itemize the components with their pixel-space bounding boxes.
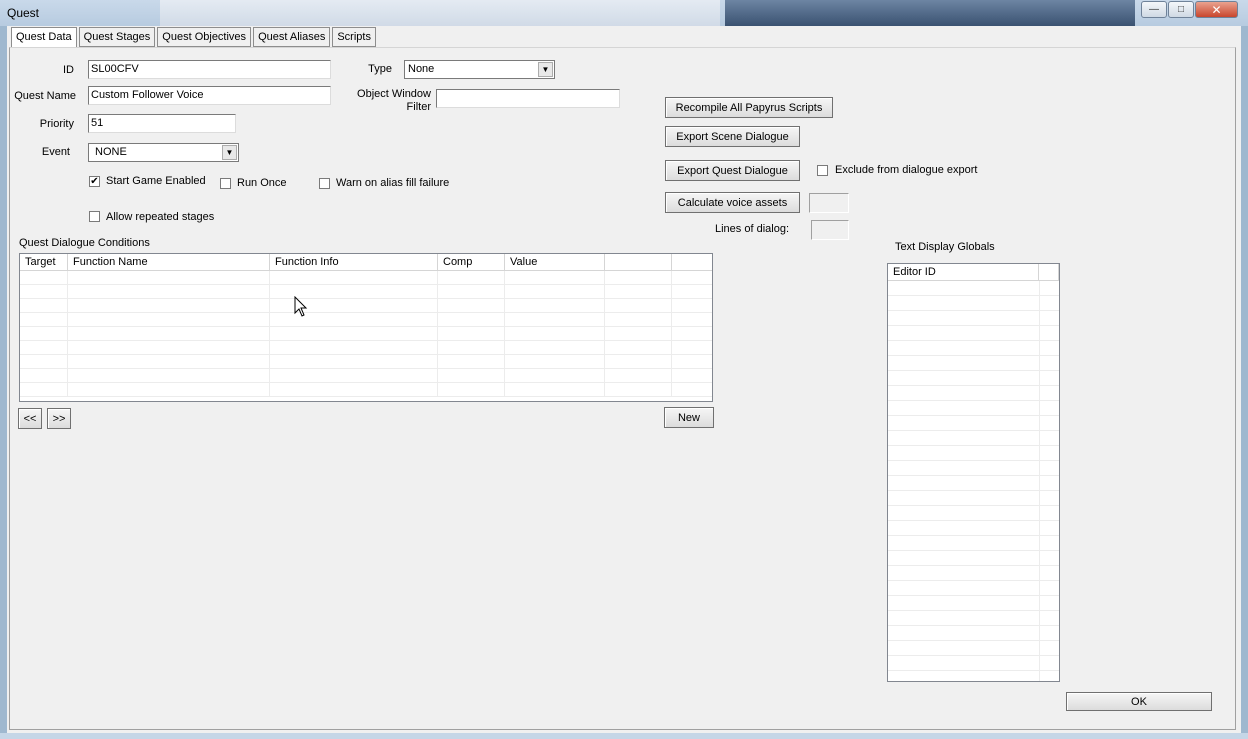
dialog-client: Quest Data Quest Stages Quest Objectives… <box>7 26 1241 733</box>
maximize-icon: □ <box>1177 4 1185 15</box>
ok-button[interactable]: OK <box>1066 692 1212 711</box>
export-scene-dialogue-button[interactable]: Export Scene Dialogue <box>665 126 800 147</box>
new-condition-button[interactable]: New <box>664 407 714 428</box>
quest-dialogue-conditions-title: Quest Dialogue Conditions <box>19 237 150 249</box>
table-row[interactable] <box>20 355 712 369</box>
quest-data-panel: ID SL00CFV Quest Name Custom Follower Vo… <box>9 47 1236 730</box>
warn-alias-fill-checkbox[interactable] <box>319 178 330 189</box>
object-window-filter-label: Object Window Filter <box>357 88 431 113</box>
column-header-extra[interactable] <box>605 254 672 270</box>
quest-dialogue-conditions-table[interactable]: Target Function Name Function Info Comp … <box>19 253 713 402</box>
table-row[interactable] <box>20 285 712 299</box>
object-window-filter-field[interactable] <box>436 89 620 108</box>
exclude-dialogue-export-checkbox[interactable] <box>817 165 828 176</box>
mouse-cursor-icon <box>294 296 308 317</box>
column-header-extra[interactable] <box>1039 264 1059 280</box>
quest-name-field[interactable]: Custom Follower Voice <box>88 86 331 105</box>
next-button[interactable]: >> <box>47 408 71 429</box>
minimize-icon: — <box>1149 4 1159 15</box>
table-row[interactable] <box>20 327 712 341</box>
calculate-voice-assets-button[interactable]: Calculate voice assets <box>665 192 800 213</box>
column-header-comp[interactable]: Comp <box>438 254 505 270</box>
type-label: Type <box>368 63 392 75</box>
tab-scripts[interactable]: Scripts <box>332 27 376 47</box>
warn-alias-fill-label: Warn on alias fill failure <box>336 177 450 189</box>
chevron-down-icon[interactable]: ▼ <box>538 62 553 77</box>
column-header-function-info[interactable]: Function Info <box>270 254 438 270</box>
column-header-function-name[interactable]: Function Name <box>68 254 270 270</box>
allow-repeated-stages-checkbox[interactable] <box>89 211 100 222</box>
lines-of-dialog-count <box>811 220 849 240</box>
table-row[interactable] <box>20 369 712 383</box>
column-header-target[interactable]: Target <box>20 254 68 270</box>
column-header-editor-id[interactable]: Editor ID <box>888 264 1039 280</box>
background-window <box>160 0 720 26</box>
run-once-checkbox[interactable] <box>220 178 231 189</box>
event-label: Event <box>41 146 70 158</box>
window-title: Quest <box>7 6 40 20</box>
lines-of-dialog-label: Lines of dialog: <box>715 223 789 235</box>
event-select[interactable]: NONE ▼ <box>88 143 239 162</box>
table-row[interactable] <box>20 383 712 397</box>
start-game-enabled-checkbox[interactable]: ✔ <box>89 176 100 187</box>
allow-repeated-stages-label: Allow repeated stages <box>106 211 215 223</box>
run-once-label: Run Once <box>237 177 287 189</box>
id-field[interactable]: SL00CFV <box>88 60 331 79</box>
table-header: Target Function Name Function Info Comp … <box>20 254 712 271</box>
event-select-value: NONE <box>95 146 127 158</box>
tab-quest-objectives[interactable]: Quest Objectives <box>157 27 252 47</box>
table-row[interactable] <box>20 313 712 327</box>
tab-quest-aliases[interactable]: Quest Aliases <box>253 27 331 47</box>
title-bar: Quest — □ ✕ <box>0 0 1248 26</box>
text-display-globals-list[interactable]: Editor ID <box>887 263 1060 682</box>
voice-assets-count <box>809 193 849 213</box>
minimize-button[interactable]: — <box>1141 1 1167 18</box>
chevron-down-icon[interactable]: ▼ <box>222 145 237 160</box>
close-button[interactable]: ✕ <box>1195 1 1238 18</box>
table-row[interactable] <box>20 271 712 285</box>
window-bottom-edge <box>0 733 1248 739</box>
type-select-value: None <box>408 63 435 75</box>
quest-name-label: Quest Name <box>14 90 76 102</box>
tab-strip: Quest Data Quest Stages Quest Objectives… <box>11 27 378 49</box>
table-row[interactable] <box>20 299 712 313</box>
exclude-dialogue-export-label: Exclude from dialogue export <box>835 164 978 176</box>
list-header: Editor ID <box>888 264 1059 281</box>
column-header-value[interactable]: Value <box>505 254 605 270</box>
export-quest-dialogue-button[interactable]: Export Quest Dialogue <box>665 160 800 181</box>
recompile-scripts-button[interactable]: Recompile All Papyrus Scripts <box>665 97 833 118</box>
background-window-dark <box>725 0 1135 26</box>
previous-button[interactable]: << <box>18 408 42 429</box>
tab-quest-stages[interactable]: Quest Stages <box>78 27 156 47</box>
table-row[interactable] <box>20 341 712 355</box>
start-game-enabled-label: Start Game Enabled <box>106 175 206 187</box>
tab-quest-data[interactable]: Quest Data <box>11 27 77 49</box>
id-label: ID <box>63 64 74 76</box>
priority-label: Priority <box>39 118 74 130</box>
close-icon: ✕ <box>1211 2 1222 17</box>
type-select[interactable]: None ▼ <box>404 60 555 79</box>
list-row-lines <box>888 281 1059 681</box>
text-display-globals-title: Text Display Globals <box>895 241 995 253</box>
priority-field[interactable]: 51 <box>88 114 236 133</box>
maximize-button[interactable]: □ <box>1168 1 1194 18</box>
